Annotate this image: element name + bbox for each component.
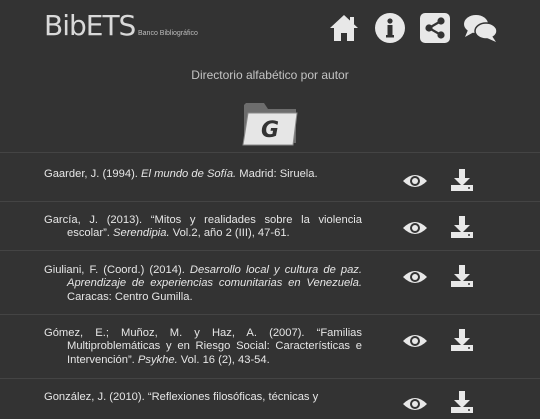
reference-text: González, J. (2010). “Reflexiones filosó… bbox=[44, 391, 319, 403]
list-item: Gaarder, J. (1994). El mundo de Sofía. M… bbox=[0, 152, 540, 201]
download-icon[interactable] bbox=[450, 328, 474, 352]
folder-letter: G bbox=[261, 118, 279, 143]
list-item: González, J. (2010). “Reflexiones filosó… bbox=[0, 378, 540, 419]
download-icon[interactable] bbox=[450, 390, 474, 414]
share-icon[interactable] bbox=[419, 12, 451, 44]
page-subtitle: Directorio alfabético por autor bbox=[191, 68, 349, 82]
chat-icon[interactable] bbox=[463, 12, 499, 44]
reference-list: Gaarder, J. (1994). El mundo de Sofía. M… bbox=[0, 152, 540, 419]
view-icon[interactable] bbox=[402, 219, 428, 237]
reference-text: Giuliani, F. (Coord.) (2014). Desarrollo… bbox=[44, 264, 363, 303]
list-item: García, J. (2013). “Mitos y realidades s… bbox=[0, 201, 540, 250]
reference-text: Gaarder, J. (1994). El mundo de Sofía. M… bbox=[44, 168, 318, 180]
view-icon[interactable] bbox=[402, 268, 428, 286]
info-icon[interactable] bbox=[374, 12, 406, 44]
reference-text: Gómez, E.; Muñoz, M. y Haz, A. (2007). “… bbox=[44, 327, 362, 366]
logo-subtitle: Banco Bibliográfico bbox=[138, 30, 198, 37]
view-icon[interactable] bbox=[402, 332, 428, 350]
reference-text: García, J. (2013). “Mitos y realidades s… bbox=[44, 214, 362, 240]
view-icon[interactable] bbox=[402, 172, 428, 190]
download-icon[interactable] bbox=[450, 168, 474, 192]
logo[interactable]: BibETS bbox=[44, 9, 136, 42]
download-icon[interactable] bbox=[450, 264, 474, 288]
header: BibETS Banco Bibliográfico bbox=[0, 0, 540, 55]
download-icon[interactable] bbox=[450, 215, 474, 239]
home-icon[interactable] bbox=[328, 12, 360, 44]
list-item: Gómez, E.; Muñoz, M. y Haz, A. (2007). “… bbox=[0, 314, 540, 378]
list-item: Giuliani, F. (Coord.) (2014). Desarrollo… bbox=[0, 250, 540, 314]
view-icon[interactable] bbox=[402, 395, 428, 413]
folder-letter-icon: G bbox=[242, 103, 298, 146]
